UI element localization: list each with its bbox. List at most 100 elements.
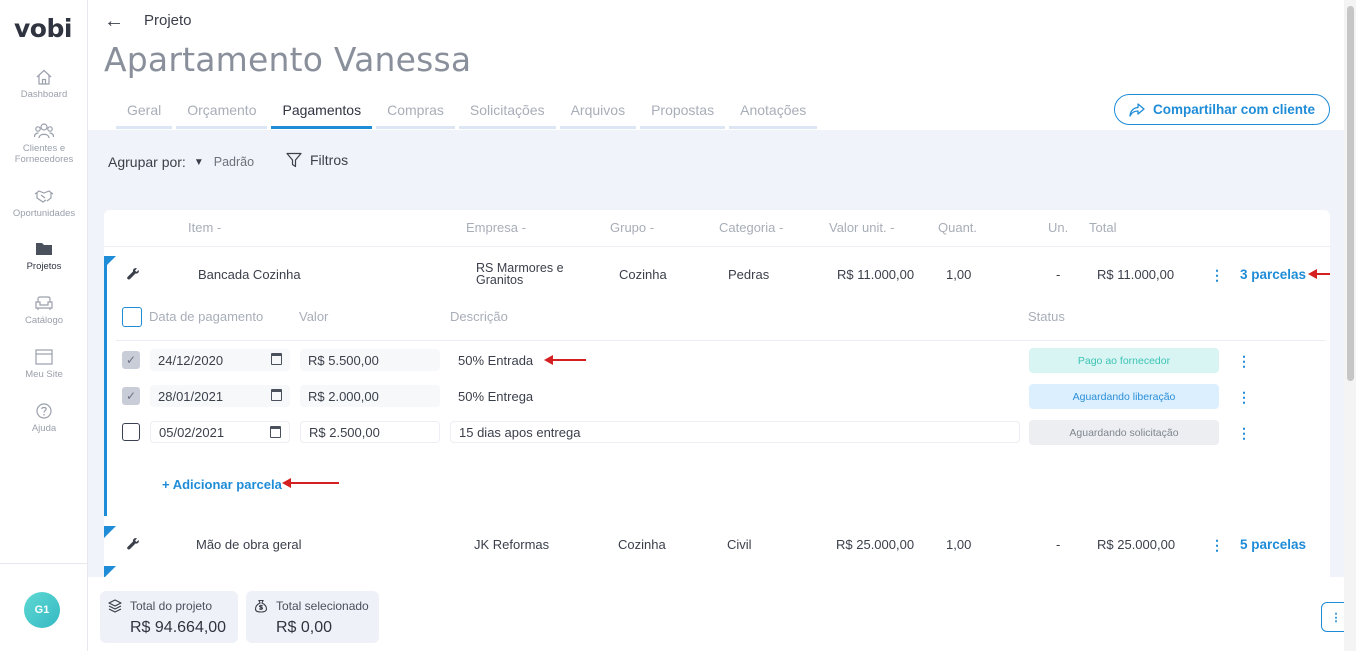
breadcrumb[interactable]: Projeto [144, 12, 192, 29]
row-valor-unit: R$ 11.000,00 [837, 267, 915, 282]
installment-date-field[interactable]: 28/01/2021 [150, 385, 290, 407]
page-title: Apartamento Vanessa [104, 40, 472, 79]
page-header: ← Projeto Apartamento Vanessa Geral Orça… [88, 0, 1344, 130]
total-project-value: R$ 94.664,00 [130, 619, 227, 636]
share-with-client-button[interactable]: Compartilhar com cliente [1114, 94, 1330, 125]
calendar-icon [271, 353, 282, 365]
installment-menu-icon[interactable]: ⋮ [1237, 354, 1251, 368]
column-header-quant: Quant. [938, 220, 978, 235]
row-categoria: Civil [727, 537, 752, 552]
installment-value-field[interactable]: R$ 2.000,00 [300, 385, 440, 407]
sidebar-item-label: Oportunidades [12, 208, 76, 219]
installment-header-value: Valor [299, 309, 329, 324]
row-corner-marker [104, 526, 116, 538]
column-header-categoria[interactable]: Categoria - [719, 220, 783, 235]
installment-checkbox[interactable] [122, 423, 140, 441]
row-grupo: Cozinha [618, 537, 666, 552]
filters-button[interactable]: Filtros [286, 152, 348, 168]
installment-description-field[interactable]: 15 dias apos entrega [450, 421, 1020, 443]
total-project-label: Total do projeto [130, 599, 213, 613]
column-header-empresa[interactable]: Empresa - [466, 220, 526, 235]
tab-pagamentos[interactable]: Pagamentos [271, 102, 373, 129]
browser-icon [35, 349, 53, 365]
installment-description-field[interactable]: 50% Entrada [450, 349, 1020, 371]
column-header-total: Total [1089, 220, 1117, 235]
share-button-label: Compartilhar com cliente [1152, 102, 1316, 117]
select-all-checkbox[interactable] [122, 307, 142, 327]
parcelas-link[interactable]: 3 parcelas [1240, 267, 1306, 282]
status-badge: Pago ao fornecedor [1029, 348, 1219, 373]
row-corner-marker [104, 256, 116, 268]
row-item-name: Bancada Cozinha [198, 267, 301, 282]
row-empresa: JK Reformas [474, 537, 550, 552]
column-header-grupo[interactable]: Grupo - [610, 220, 654, 235]
row-menu-icon[interactable]: ⋮ [1210, 268, 1224, 282]
page-scrollbar-thumb[interactable] [1347, 6, 1354, 381]
row-item-name: Mão de obra geral [196, 537, 302, 552]
installment-menu-icon[interactable]: ⋮ [1237, 426, 1251, 440]
total-selected-card: Total selecionado R$ 0,00 [246, 591, 379, 643]
sidebar-item-projetos[interactable]: Projetos [0, 240, 88, 272]
installment-date-field[interactable]: 24/12/2020 [150, 349, 290, 371]
installment-date: 28/01/2021 [158, 388, 224, 404]
installment-checkbox[interactable]: ✓ [122, 387, 140, 405]
wrench-icon [127, 538, 139, 550]
expanded-row-indicator [104, 258, 107, 516]
sidebar-item-clientes[interactable]: Clientes e Fornecedores [0, 122, 88, 165]
money-bag-icon [254, 599, 268, 613]
layers-icon [108, 599, 122, 613]
column-header-un: Un. [1048, 220, 1069, 235]
installment-description-field[interactable]: 50% Entrega [450, 385, 1020, 407]
payments-table: Item - Empresa - Grupo - Categoria - Val… [104, 210, 1330, 577]
sidebar-item-label: Clientes e Fornecedores [14, 143, 74, 165]
add-installment-button[interactable]: + Adicionar parcela [162, 477, 282, 492]
group-by-label: Agrupar por: [108, 154, 186, 170]
installment-value-field[interactable]: R$ 5.500,00 [300, 349, 440, 371]
group-by-control[interactable]: Agrupar por: ▼ Padrão [108, 154, 254, 170]
filters-label: Filtros [310, 152, 349, 168]
home-icon [36, 69, 52, 85]
tab-solicitacoes[interactable]: Solicitações [458, 102, 556, 129]
installment-date-field[interactable]: 05/02/2021 [150, 421, 290, 443]
caret-down-icon: ▼ [193, 156, 204, 168]
row-un: - [1056, 537, 1061, 552]
sidebar-item-label: Ajuda [31, 423, 57, 434]
sidebar-item-label: Catálogo [24, 315, 64, 326]
back-arrow-icon[interactable]: ← [104, 10, 124, 33]
sidebar-item-catalogo[interactable]: Catálogo [0, 294, 88, 326]
row-grupo: Cozinha [619, 267, 667, 282]
tab-orcamento[interactable]: Orçamento [176, 102, 268, 129]
installment-date: 24/12/2020 [158, 352, 224, 368]
tab-compras[interactable]: Compras [376, 102, 455, 129]
installment-date: 05/02/2021 [159, 424, 225, 440]
parcelas-link[interactable]: 5 parcelas [1240, 537, 1306, 552]
annotation-arrow [544, 355, 586, 365]
tab-anotacoes[interactable]: Anotações [729, 102, 818, 129]
row-total: R$ 25.000,00 [1097, 537, 1176, 552]
avatar[interactable]: G1 [24, 592, 60, 628]
annotation-arrow [282, 478, 339, 488]
installment-checkbox[interactable]: ✓ [122, 351, 140, 369]
column-header-item[interactable]: Item - [188, 220, 221, 235]
sidebar-item-dashboard[interactable]: Dashboard [0, 68, 88, 100]
tab-geral[interactable]: Geral [116, 102, 173, 129]
row-un: - [1056, 267, 1061, 282]
sidebar-item-ajuda[interactable]: Ajuda [0, 402, 88, 434]
installment-header-description: Descrição [450, 309, 508, 324]
column-header-valor-unit[interactable]: Valor unit. - [829, 220, 895, 235]
row-empresa-line2: Granitos [476, 273, 524, 287]
installment-menu-icon[interactable]: ⋮ [1237, 390, 1251, 404]
tab-bar: Geral Orçamento Pagamentos Compras Solic… [116, 102, 821, 129]
sofa-icon [35, 296, 53, 310]
group-by-value: Padrão [213, 155, 255, 169]
tab-arquivos[interactable]: Arquivos [559, 102, 637, 129]
header-divider [104, 246, 1330, 247]
handshake-icon [34, 190, 54, 203]
sidebar-item-meu-site[interactable]: Meu Site [0, 348, 88, 380]
installment-value-field[interactable]: R$ 2.500,00 [300, 421, 440, 443]
tab-propostas[interactable]: Propostas [640, 102, 726, 129]
sidebar-item-oportunidades[interactable]: Oportunidades [0, 187, 88, 219]
status-badge: Aguardando solicitação [1029, 420, 1219, 445]
sidebar-item-label: Projetos [26, 261, 62, 272]
row-menu-icon[interactable]: ⋮ [1210, 538, 1224, 552]
